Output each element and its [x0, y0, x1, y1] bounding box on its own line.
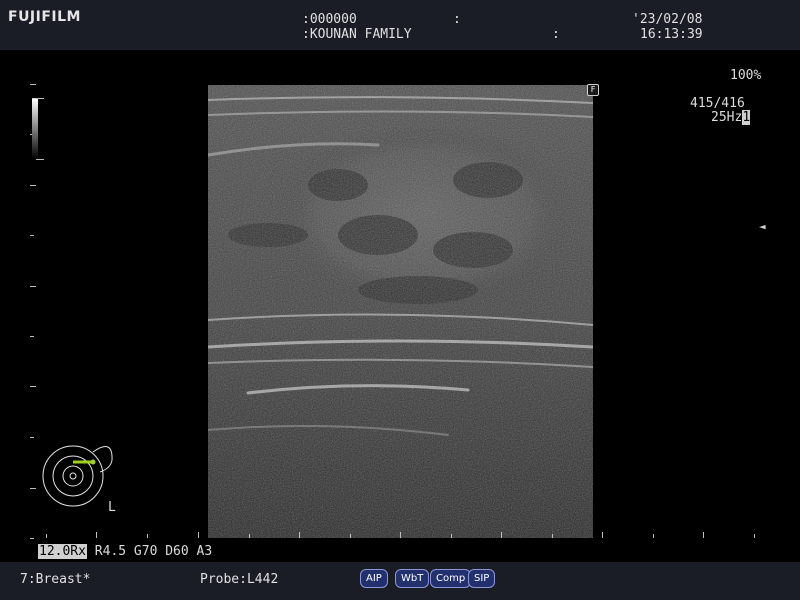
ultrasound-image-graphic [208, 85, 593, 538]
zoom-level: 100% [730, 68, 762, 83]
lateral-tick [451, 534, 452, 538]
lateral-tick [703, 532, 704, 538]
lateral-tick [552, 534, 553, 538]
lateral-tick [350, 534, 351, 538]
comp-button[interactable]: Comp [430, 569, 472, 588]
depth-tick [30, 437, 34, 438]
frame-rate-value: 25Hz [711, 110, 743, 125]
lateral-tick [400, 532, 401, 538]
lateral-tick [754, 534, 755, 538]
header-bar: FUJIFILM :000000 : :KOUNAN FAMILY : '23/… [0, 0, 800, 50]
wbt-button[interactable]: WbT [395, 569, 430, 588]
depth-tick [30, 84, 36, 85]
ultrasound-image[interactable] [208, 85, 593, 538]
orientation-mark: F [587, 84, 599, 96]
exam-date: '23/02/08 [632, 12, 703, 27]
grayscale-bar [32, 98, 38, 159]
depth-tick [30, 488, 36, 489]
lateral-tick [249, 534, 250, 538]
exam-preset[interactable]: 7:Breast* [20, 572, 90, 587]
body-mark[interactable] [38, 438, 118, 518]
depth-tick [30, 336, 34, 337]
lateral-tick [46, 534, 47, 538]
depth-tick [30, 386, 36, 387]
patient-id-separator: : [453, 12, 461, 27]
imaging-parameters: 12.0Rx R4.5 G70 D60 A3 [38, 544, 212, 559]
exam-time: 16:13:39 [640, 27, 703, 42]
focus-marker-icon[interactable]: ◄ [759, 220, 766, 233]
breast-bodymark-icon [42, 445, 113, 507]
patient-name: :KOUNAN FAMILY [302, 27, 412, 42]
lateral-tick [501, 532, 502, 538]
lateral-tick [198, 532, 199, 538]
lateral-tick [299, 532, 300, 538]
frame-counter: 415/416 [690, 96, 745, 111]
lateral-tick [96, 532, 97, 538]
brand-logo: FUJIFILM [8, 9, 81, 25]
frequency-value[interactable]: 12.0Rx [38, 544, 87, 559]
grayscale-bar-top-tick [36, 98, 44, 99]
body-mark-side-label: L [108, 500, 116, 515]
sip-button[interactable]: SIP [468, 569, 496, 588]
patient-name-separator: : [552, 27, 560, 42]
grayscale-bar-bottom-tick [36, 159, 44, 160]
aip-button[interactable]: AIP [360, 569, 388, 588]
depth-tick [30, 538, 34, 539]
patient-id: :000000 [302, 12, 357, 27]
depth-tick [30, 286, 36, 287]
frame-rate: 25Hz1 [711, 110, 751, 125]
parameter-values: R4.5 G70 D60 A3 [86, 544, 213, 559]
lateral-tick [147, 534, 148, 538]
frame-rate-marker: 1 [742, 110, 751, 125]
lateral-tick [602, 532, 603, 538]
depth-tick [30, 235, 34, 236]
depth-tick [30, 185, 36, 186]
lateral-tick [653, 534, 654, 538]
probe-label: Probe:L442 [200, 572, 279, 587]
